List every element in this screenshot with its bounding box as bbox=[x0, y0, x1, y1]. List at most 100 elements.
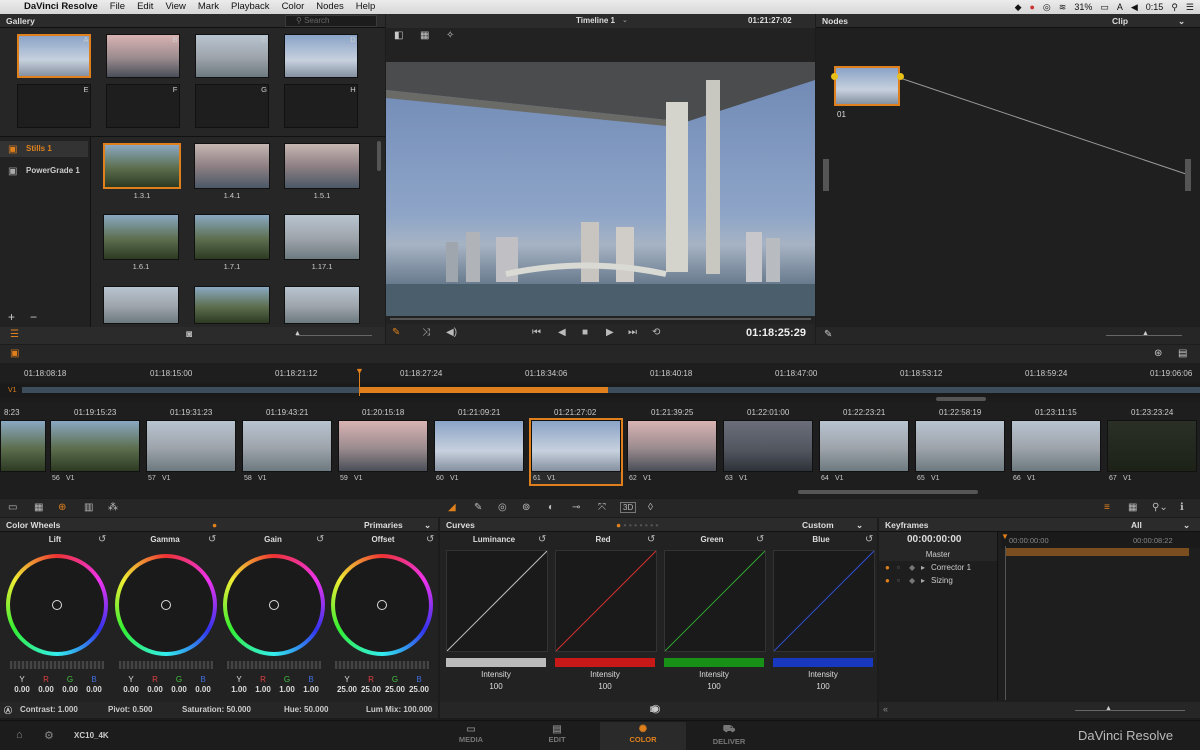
pivot-value[interactable]: Pivot: 0.500 bbox=[108, 705, 152, 714]
wheel-r-value[interactable]: 0.00 bbox=[143, 685, 167, 694]
eyedropper-icon[interactable]: ✎ bbox=[392, 327, 400, 338]
gamma-master-wheel[interactable] bbox=[119, 661, 213, 669]
kf-diamond-icon[interactable]: ◆ bbox=[909, 574, 915, 587]
jump-end-icon[interactable]: ⏭ bbox=[628, 327, 637, 338]
record-icon[interactable]: ● bbox=[1029, 2, 1034, 12]
hue-value[interactable]: Hue: 50.000 bbox=[284, 705, 328, 714]
window-icon[interactable]: ◎ bbox=[498, 502, 507, 513]
timeline-scrollbar[interactable] bbox=[936, 397, 986, 401]
page-edit-button[interactable]: ▤ EDIT bbox=[514, 722, 600, 750]
viewer-image[interactable] bbox=[386, 62, 815, 316]
node-01[interactable] bbox=[834, 66, 900, 106]
still-1-17-1[interactable] bbox=[284, 214, 360, 260]
timeline-icon[interactable]: ▣ bbox=[10, 348, 19, 359]
drop-icon[interactable]: ◊ bbox=[648, 502, 653, 513]
intensity-bar[interactable] bbox=[773, 658, 873, 667]
keyframes-timecode[interactable]: 00:00:00:00 bbox=[907, 534, 961, 545]
home-icon[interactable]: ⌂ bbox=[16, 729, 23, 741]
scopes-icon[interactable]: ▦ bbox=[1128, 502, 1137, 513]
timeline-chevron-icon[interactable]: ⌄ bbox=[622, 16, 628, 24]
reset-lift-icon[interactable]: ↺ bbox=[98, 534, 106, 545]
offset-master-wheel[interactable] bbox=[335, 661, 429, 669]
blur-icon[interactable]: ◐ bbox=[548, 502, 554, 513]
camera-raw-icon[interactable]: ▭ bbox=[8, 502, 17, 513]
clip-56[interactable] bbox=[50, 420, 140, 472]
curves-mode[interactable]: Custom bbox=[802, 518, 834, 532]
memory-slot-f[interactable] bbox=[106, 84, 180, 128]
memory-slot-b[interactable] bbox=[106, 34, 180, 78]
qualifier-icon[interactable]: ✎ bbox=[474, 502, 482, 513]
kf-lock-icon[interactable]: ▫ bbox=[897, 574, 900, 587]
auto-balance-icon[interactable]: Ⓐ bbox=[4, 705, 12, 716]
clip-63[interactable] bbox=[723, 420, 813, 472]
intensity-value[interactable]: 100 bbox=[771, 682, 875, 691]
still-1-4-1[interactable] bbox=[194, 143, 270, 189]
filmstrip-icon[interactable]: ▤ bbox=[1178, 348, 1187, 359]
keyframes-icon[interactable]: ≡ bbox=[1104, 502, 1110, 513]
curve-editor[interactable] bbox=[773, 550, 875, 652]
wheel-g-value[interactable]: 0.00 bbox=[58, 685, 82, 694]
grab-still-icon[interactable]: ◙ bbox=[186, 329, 192, 340]
clip-64[interactable] bbox=[819, 420, 909, 472]
curve-editor[interactable] bbox=[446, 550, 548, 652]
clip-59[interactable] bbox=[338, 420, 428, 472]
menu-help[interactable]: Help bbox=[350, 0, 382, 14]
gallery-scrollbar[interactable] bbox=[377, 141, 381, 171]
key-icon[interactable]: ⊸ bbox=[572, 502, 580, 513]
dropbox-icon[interactable]: ◆ bbox=[1015, 2, 1022, 13]
curves-mode-chevron-icon[interactable]: ⌄ bbox=[856, 518, 863, 532]
kf-dot-icon[interactable]: ● bbox=[885, 561, 890, 574]
search-scopes-icon[interactable]: ⚲⌄ bbox=[1152, 502, 1168, 513]
node-input-dot[interactable] bbox=[831, 73, 838, 80]
app-menu[interactable]: DaVinci Resolve bbox=[18, 0, 104, 14]
kf-expand-icon[interactable]: ▸ bbox=[921, 574, 925, 587]
clip-67[interactable] bbox=[1107, 420, 1197, 472]
memory-slot-d[interactable] bbox=[284, 34, 358, 78]
node-output-dot[interactable] bbox=[897, 73, 904, 80]
viewer-grid-icon[interactable]: ▦ bbox=[420, 30, 429, 41]
viewer-single-icon[interactable]: ◧ bbox=[394, 30, 403, 41]
menu-mark[interactable]: Mark bbox=[192, 0, 225, 14]
clock[interactable]: 0:15 bbox=[1146, 2, 1164, 12]
kf-diamond-icon[interactable]: ◆ bbox=[909, 561, 915, 574]
reset-curve-icon[interactable]: ↺ bbox=[538, 534, 546, 545]
still-1-6-1[interactable] bbox=[103, 214, 179, 260]
wheel-y-value[interactable]: 1.00 bbox=[227, 685, 251, 694]
node-input-handle[interactable] bbox=[823, 159, 829, 191]
node-output-handle[interactable] bbox=[1185, 159, 1191, 191]
memory-slot-a[interactable] bbox=[17, 34, 91, 78]
clip-57[interactable] bbox=[146, 420, 236, 472]
curve-editor[interactable] bbox=[555, 550, 657, 652]
list-view-icon[interactable]: ☰ bbox=[10, 329, 19, 340]
gain-wheel-puck[interactable] bbox=[269, 600, 279, 610]
wheel-y-value[interactable]: 0.00 bbox=[119, 685, 143, 694]
still-1-7-1[interactable] bbox=[194, 214, 270, 260]
still-1-3-1[interactable] bbox=[103, 143, 181, 189]
play-icon[interactable]: ▶ bbox=[606, 327, 614, 338]
gain-master-wheel[interactable] bbox=[227, 661, 321, 669]
curves-icon[interactable]: ◢ bbox=[448, 502, 456, 513]
volume-icon[interactable]: ◀ bbox=[1131, 2, 1138, 13]
still-1-5-1[interactable] bbox=[284, 143, 360, 189]
menu-view[interactable]: View bbox=[159, 0, 191, 14]
tracker-icon[interactable]: ⊚ bbox=[522, 502, 530, 513]
search-icon[interactable]: ⚲ bbox=[1171, 2, 1178, 13]
intensity-value[interactable]: 100 bbox=[662, 682, 766, 691]
zoom-slider-handle[interactable]: ▲ bbox=[1142, 330, 1149, 337]
curves-page-dots[interactable]: ● • • • • • • • bbox=[616, 518, 659, 532]
slider-handle[interactable]: ▲ bbox=[294, 330, 301, 337]
wheel-g-value[interactable]: 25.00 bbox=[383, 685, 407, 694]
wheel-r-value[interactable]: 25.00 bbox=[359, 685, 383, 694]
wheel-g-value[interactable]: 1.00 bbox=[275, 685, 299, 694]
kf-zoom-handle[interactable]: ▲ bbox=[1105, 705, 1112, 712]
thumb-size-slider[interactable] bbox=[296, 335, 372, 336]
kf-expand-icon[interactable]: ▸ bbox=[921, 561, 925, 574]
remove-album-button[interactable]: − bbox=[30, 310, 37, 324]
loop-icon[interactable]: ⟲ bbox=[652, 327, 660, 338]
stop-icon[interactable]: ■ bbox=[582, 327, 588, 338]
wheel-b-value[interactable]: 0.00 bbox=[82, 685, 106, 694]
gamma-wheel-puck[interactable] bbox=[161, 600, 171, 610]
intensity-value[interactable]: 100 bbox=[444, 682, 548, 691]
wheels-mode-chevron-icon[interactable]: ⌄ bbox=[424, 518, 431, 532]
kf-playhead-icon[interactable]: ▼ bbox=[1001, 532, 1009, 541]
